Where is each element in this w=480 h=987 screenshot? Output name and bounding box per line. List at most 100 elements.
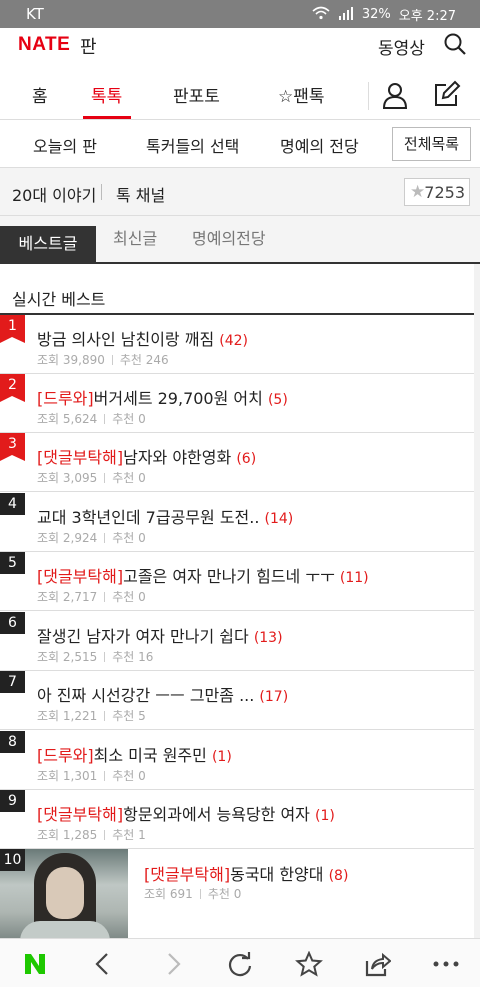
tab-hall[interactable]: 명예의전당 bbox=[192, 216, 266, 262]
tab-latest[interactable]: 최신글 bbox=[113, 216, 157, 262]
like-count: 추천 5 bbox=[112, 709, 146, 723]
tab-home[interactable]: 홈 bbox=[32, 82, 48, 107]
naver-home-icon[interactable] bbox=[22, 951, 50, 977]
post-title-text: 버거세트 29,700원 어치 bbox=[93, 389, 263, 408]
post-title[interactable]: [댓글부탁해]남자와 야한영화 (6) bbox=[37, 444, 256, 468]
forward-icon[interactable] bbox=[160, 951, 188, 977]
view-count: 조회 1,285 bbox=[37, 828, 98, 842]
comment-count: (5) bbox=[267, 392, 288, 408]
star-count: 7253 bbox=[424, 183, 465, 202]
post-meta: 조회 3,095 추천 0 bbox=[37, 469, 146, 486]
post-row[interactable]: 2 [드루와]버거세트 29,700원 어치 (5) 조회 5,624 추천 0 bbox=[0, 374, 474, 433]
post-meta: 조회 39,890 추천 246 bbox=[37, 351, 169, 368]
like-count: 추천 246 bbox=[119, 353, 169, 367]
tab-fantalk[interactable]: ☆팬톡 bbox=[278, 82, 325, 107]
post-title-text: 잘생긴 남자가 여자 만나기 쉽다 bbox=[37, 627, 249, 646]
view-count: 조회 2,515 bbox=[37, 650, 98, 664]
clock: 오후 2:27 bbox=[398, 9, 456, 24]
rank-badge: 1 bbox=[0, 315, 25, 343]
post-meta: 조회 2,515 추천 16 bbox=[37, 648, 153, 665]
post-row[interactable]: 1 방금 의사인 남친이랑 깨짐 (42) 조회 39,890 추천 246 bbox=[0, 315, 474, 374]
nate-logo[interactable]: NATE bbox=[18, 34, 70, 56]
post-row[interactable]: 10 [댓글부탁해]동국대 한양대 (8) 조회 691 추천 0 bbox=[0, 849, 474, 939]
tab-panphoto[interactable]: 판포토 bbox=[173, 82, 220, 107]
post-row[interactable]: 9 [댓글부탁해]항문외과에서 능욕당한 여자 (1) 조회 1,285 추천 1 bbox=[0, 790, 474, 849]
post-row[interactable]: 8 [드루와]최소 미국 원주민 (1) 조회 1,301 추천 0 bbox=[0, 731, 474, 790]
view-count: 조회 3,095 bbox=[37, 471, 98, 485]
post-title[interactable]: 아 진짜 시선강간 ㅡㅡ 그만좀 ... (17) bbox=[37, 682, 288, 706]
share-icon[interactable] bbox=[363, 951, 392, 977]
refresh-icon[interactable] bbox=[226, 951, 254, 977]
search-icon[interactable] bbox=[443, 32, 467, 56]
comment-count: (17) bbox=[259, 689, 289, 705]
post-tag: [댓글부탁해] bbox=[37, 448, 124, 467]
video-link[interactable]: 동영상 bbox=[378, 34, 425, 59]
post-title[interactable]: [댓글부탁해]고졸은 여자 만나기 힘드네 ㅜㅜ (11) bbox=[37, 563, 369, 587]
bookmark-star-icon[interactable] bbox=[295, 950, 323, 977]
view-count: 조회 691 bbox=[144, 887, 193, 901]
wifi-icon bbox=[312, 6, 330, 24]
post-title[interactable]: 교대 3학년인데 7급공무원 도전.. (14) bbox=[37, 504, 293, 528]
subnav-hall-of-fame[interactable]: 명예의 전당 bbox=[280, 133, 359, 157]
carrier-label: KT bbox=[26, 5, 44, 23]
post-title-text: 동국대 한양대 bbox=[230, 865, 324, 884]
post-row[interactable]: 3 [댓글부탁해]남자와 야한영화 (6) 조회 3,095 추천 0 bbox=[0, 433, 474, 492]
post-title[interactable]: [드루와]최소 미국 원주민 (1) bbox=[37, 742, 232, 766]
post-title[interactable]: [댓글부탁해]항문외과에서 능욕당한 여자 (1) bbox=[37, 801, 335, 825]
comment-count: (13) bbox=[253, 630, 283, 646]
post-title-text: 고졸은 여자 만나기 힘드네 ㅜㅜ bbox=[123, 567, 335, 586]
subnav-talkers-choice[interactable]: 톡커들의 선택 bbox=[146, 133, 239, 157]
view-count: 조회 1,221 bbox=[37, 709, 98, 723]
rank-badge: 2 bbox=[0, 374, 25, 402]
channel-name[interactable]: 20대 이야기 bbox=[12, 182, 96, 206]
subnav-today[interactable]: 오늘의 판 bbox=[33, 133, 97, 157]
comment-count: (8) bbox=[328, 868, 349, 884]
service-name[interactable]: 판 bbox=[80, 33, 97, 59]
comment-count: (14) bbox=[264, 511, 294, 527]
back-icon[interactable] bbox=[90, 951, 118, 977]
like-count: 추천 0 bbox=[112, 471, 146, 485]
divider bbox=[101, 184, 102, 200]
post-tag: [드루와] bbox=[37, 389, 94, 408]
all-list-button[interactable]: 전체목록 bbox=[392, 127, 471, 161]
rank-badge: 9 bbox=[0, 790, 25, 812]
like-count: 추천 0 bbox=[207, 887, 242, 901]
post-row[interactable]: 5 [댓글부탁해]고졸은 여자 만나기 힘드네 ㅜㅜ (11) 조회 2,717 추천… bbox=[0, 552, 474, 611]
like-count: 추천 0 bbox=[112, 412, 146, 426]
like-count: 추천 0 bbox=[112, 590, 146, 604]
tab-toktok[interactable]: 톡톡 bbox=[91, 82, 122, 107]
active-tab-indicator bbox=[83, 116, 131, 119]
post-title[interactable]: 방금 의사인 남친이랑 깨짐 (42) bbox=[37, 326, 248, 350]
rank-badge: 4 bbox=[0, 493, 25, 515]
post-row[interactable]: 4 교대 3학년인데 7급공무원 도전.. (14) 조회 2,924 추천 0 bbox=[0, 493, 474, 552]
user-icon[interactable] bbox=[380, 80, 410, 110]
post-title[interactable]: 잘생긴 남자가 여자 만나기 쉽다 (13) bbox=[37, 623, 283, 647]
sub-nav: 오늘의 판 톡커들의 선택 명예의 전당 전체목록 bbox=[0, 120, 480, 168]
view-count: 조회 2,924 bbox=[37, 531, 98, 545]
post-row[interactable]: 6 잘생긴 남자가 여자 만나기 쉽다 (13) 조회 2,515 추천 16 bbox=[0, 612, 474, 671]
post-title-text: 방금 의사인 남친이랑 깨짐 bbox=[37, 330, 215, 349]
post-title-text: 아 진짜 시선강간 ㅡㅡ 그만좀 ... bbox=[37, 686, 255, 705]
channel-type: 톡 채널 bbox=[116, 186, 166, 205]
more-icon[interactable] bbox=[432, 951, 460, 977]
channel-star-button[interactable]: ★ 7253 bbox=[404, 178, 470, 206]
post-title-text: 최소 미국 원주민 bbox=[93, 746, 207, 765]
star-icon: ★ bbox=[410, 182, 426, 202]
post-title[interactable]: [드루와]버거세트 29,700원 어치 (5) bbox=[37, 385, 288, 409]
post-title[interactable]: [댓글부탁해]동국대 한양대 (8) bbox=[144, 861, 348, 885]
tab-best[interactable]: 베스트글 bbox=[0, 226, 96, 262]
view-count: 조회 2,717 bbox=[37, 590, 98, 604]
rank-badge: 5 bbox=[0, 552, 25, 574]
post-tag: [댓글부탁해] bbox=[37, 567, 124, 586]
write-post-icon[interactable] bbox=[432, 79, 462, 109]
status-bar: KT 32% 오후 2:27 bbox=[0, 0, 480, 28]
rank-badge: 6 bbox=[0, 612, 25, 634]
view-count: 조회 5,624 bbox=[37, 412, 98, 426]
battery-level: 32% bbox=[361, 7, 391, 22]
browser-toolbar bbox=[0, 938, 480, 987]
like-count: 추천 0 bbox=[112, 531, 146, 545]
signal-icon bbox=[338, 6, 354, 24]
post-row[interactable]: 7 아 진짜 시선강간 ㅡㅡ 그만좀 ... (17) 조회 1,221 추천 5 bbox=[0, 671, 474, 730]
channel-header: 20대 이야기 톡 채널 ★ 7253 bbox=[0, 168, 480, 216]
section-title: 실시간 베스트 bbox=[12, 290, 106, 309]
